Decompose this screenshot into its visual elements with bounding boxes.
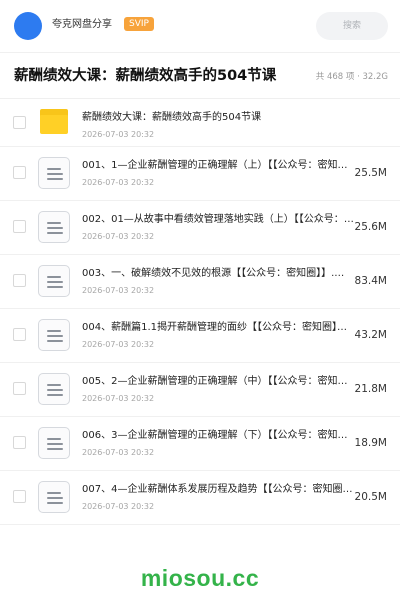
item-checkbox[interactable] xyxy=(13,166,26,179)
search-input[interactable]: 搜索 xyxy=(316,12,388,40)
avatar[interactable] xyxy=(14,12,42,40)
file-list: 薪酬绩效大课：薪酬绩效高手的504节课 2026-07-03 20:32 001… xyxy=(0,99,400,525)
vip-badge: SVIP xyxy=(124,17,154,31)
document-icon xyxy=(38,373,70,405)
list-item[interactable]: 薪酬绩效大课：薪酬绩效高手的504节课 2026-07-03 20:32 xyxy=(0,99,400,147)
folder-icon xyxy=(40,109,68,134)
item-name: 004、薪酬篇1.1揭开薪酬管理的面纱【【公众号：密知圈】】.mp4 xyxy=(82,322,354,333)
item-size: 43.2M xyxy=(354,329,387,341)
item-size: 20.5M xyxy=(354,491,387,503)
item-name: 001、1—企业薪酬管理的正确理解（上）【【公众号：密知圈】】.mp4 xyxy=(82,160,354,171)
item-size: 18.9M xyxy=(354,437,387,449)
list-item[interactable]: 004、薪酬篇1.1揭开薪酬管理的面纱【【公众号：密知圈】】.mp4 2026-… xyxy=(0,309,400,363)
item-size: 83.4M xyxy=(354,275,387,287)
item-checkbox[interactable] xyxy=(13,382,26,395)
item-date: 2026-07-03 20:32 xyxy=(82,286,155,295)
item-date: 2026-07-03 20:32 xyxy=(82,394,155,403)
list-item[interactable]: 002、01—从故事中看绩效管理落地实践（上）【【公众号：密知圈】】.mp4 2… xyxy=(0,201,400,255)
document-icon xyxy=(38,157,70,189)
document-icon xyxy=(38,427,70,459)
item-date: 2026-07-03 20:32 xyxy=(82,178,155,187)
list-item[interactable]: 005、2—企业薪酬管理的正确理解（中）【【公众号：密知圈】】.mp4 2026… xyxy=(0,363,400,417)
item-checkbox[interactable] xyxy=(13,436,26,449)
item-checkbox[interactable] xyxy=(13,328,26,341)
item-checkbox[interactable] xyxy=(13,116,26,129)
document-icon xyxy=(38,319,70,351)
item-checkbox[interactable] xyxy=(13,490,26,503)
folder-body xyxy=(40,115,68,134)
folder-header: 薪酬绩效大课：薪酬绩效高手的504节课 共 468 项 · 32.2G xyxy=(0,53,400,98)
top-bar: 夸克网盘分享 SVIP 搜索 xyxy=(0,0,400,52)
item-checkbox[interactable] xyxy=(13,274,26,287)
item-size: 25.5M xyxy=(354,167,387,179)
item-name: 002、01—从故事中看绩效管理落地实践（上）【【公众号：密知圈】】.mp4 xyxy=(82,214,354,225)
item-date: 2026-07-03 20:32 xyxy=(82,232,155,241)
list-item[interactable]: 001、1—企业薪酬管理的正确理解（上）【【公众号：密知圈】】.mp4 2026… xyxy=(0,147,400,201)
list-item[interactable]: 003、一、破解绩效不见效的根源【【公众号：密知圈】】.mp4 2026-07-… xyxy=(0,255,400,309)
item-size: 21.8M xyxy=(354,383,387,395)
item-name: 005、2—企业薪酬管理的正确理解（中）【【公众号：密知圈】】.mp4 xyxy=(82,376,354,387)
item-size: 25.6M xyxy=(354,221,387,233)
page-title: 薪酬绩效大课：薪酬绩效高手的504节课 xyxy=(14,68,277,84)
site-watermark: miosou.cc xyxy=(140,565,260,591)
sharer-name: 夸克网盘分享 xyxy=(52,19,112,30)
list-item[interactable]: 006、3—企业薪酬管理的正确理解（下）【【公众号：密知圈】】.mp4 2026… xyxy=(0,417,400,471)
item-date: 2026-07-03 20:32 xyxy=(82,130,155,139)
item-date: 2026-07-03 20:32 xyxy=(82,340,155,349)
item-date: 2026-07-03 20:32 xyxy=(82,448,155,457)
item-name: 007、4—企业薪酬体系发展历程及趋势【【公众号：密知圈】】.mp4 xyxy=(82,484,354,495)
document-icon xyxy=(38,211,70,243)
item-name: 006、3—企业薪酬管理的正确理解（下）【【公众号：密知圈】】.mp4 xyxy=(82,430,354,441)
item-name: 薪酬绩效大课：薪酬绩效高手的504节课 xyxy=(82,112,262,123)
list-item[interactable]: 007、4—企业薪酬体系发展历程及趋势【【公众号：密知圈】】.mp4 2026-… xyxy=(0,471,400,525)
item-checkbox[interactable] xyxy=(13,220,26,233)
item-name: 003、一、破解绩效不见效的根源【【公众号：密知圈】】.mp4 xyxy=(82,268,354,279)
item-date: 2026-07-03 20:32 xyxy=(82,502,155,511)
document-icon xyxy=(38,481,70,513)
folder-meta: 共 468 项 · 32.2G xyxy=(315,72,388,82)
document-icon xyxy=(38,265,70,297)
